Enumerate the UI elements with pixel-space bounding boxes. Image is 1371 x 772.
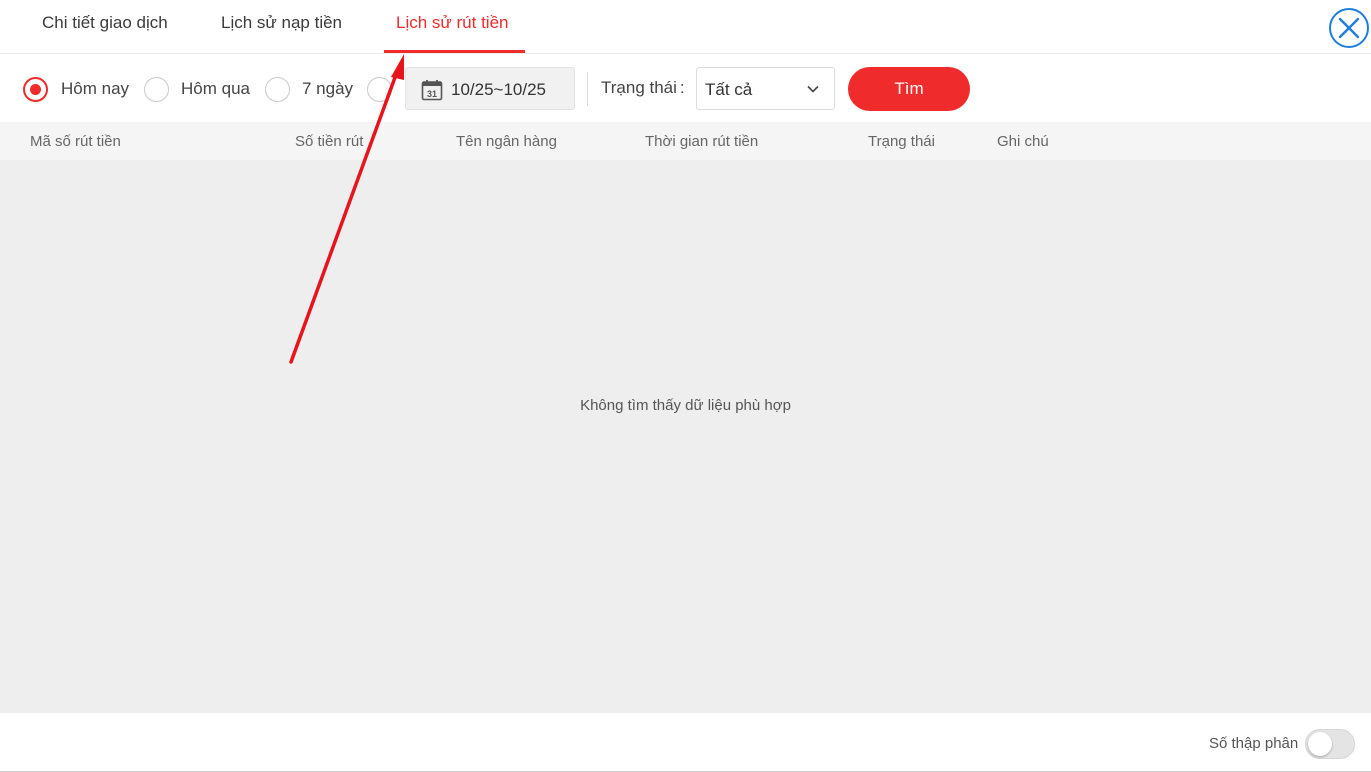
- radio-custom-range[interactable]: [367, 77, 392, 102]
- table-header: Mã số rút tiền Số tiền rút Tên ngân hàng…: [0, 122, 1371, 160]
- tab-withdrawal-history[interactable]: Lịch sử rút tiền: [396, 13, 508, 33]
- tab-deposit-history[interactable]: Lịch sử nạp tiền: [221, 13, 342, 33]
- column-bank-name: Tên ngân hàng: [456, 133, 557, 150]
- active-tab-indicator: [384, 50, 525, 53]
- toggle-knob: [1308, 732, 1332, 756]
- radio-yesterday-label[interactable]: Hôm qua: [181, 79, 250, 99]
- decimal-toggle[interactable]: [1305, 729, 1355, 759]
- empty-state-message: Không tìm thấy dữ liệu phù hợp: [580, 397, 791, 414]
- chevron-down-icon: [807, 85, 819, 93]
- status-dropdown-value: Tất cả: [705, 80, 753, 99]
- filter-bar: Hôm nay Hôm qua 7 ngày 31 10/25~10/25 Tr…: [0, 55, 1371, 122]
- calendar-icon: 31: [421, 80, 443, 101]
- column-note: Ghi chú: [997, 133, 1049, 150]
- footer: Số thập phân: [0, 713, 1371, 772]
- status-filter-label: Trạng thái:: [601, 78, 685, 97]
- decimal-toggle-label: Số thập phân: [1209, 735, 1299, 752]
- radio-7-days-label[interactable]: 7 ngày: [302, 79, 353, 99]
- close-button[interactable]: [1329, 8, 1369, 48]
- tab-transaction-details[interactable]: Chi tiết giao dịch: [42, 13, 168, 33]
- column-withdrawal-time: Thời gian rút tiền: [645, 133, 759, 150]
- divider: [587, 72, 588, 106]
- column-withdrawal-id: Mã số rút tiền: [30, 133, 121, 150]
- radio-today[interactable]: [23, 77, 48, 102]
- radio-7-days[interactable]: [265, 77, 290, 102]
- radio-yesterday[interactable]: [144, 77, 169, 102]
- svg-text:31: 31: [427, 89, 437, 99]
- date-range-value: 10/25~10/25: [451, 80, 547, 99]
- table-body: Không tìm thấy dữ liệu phù hợp: [0, 160, 1371, 713]
- close-icon: [1338, 17, 1360, 39]
- radio-today-label[interactable]: Hôm nay: [61, 79, 129, 99]
- date-range-picker[interactable]: 31 10/25~10/25: [405, 67, 575, 110]
- tab-bar: Chi tiết giao dịch Lịch sử nạp tiền Lịch…: [0, 0, 1371, 54]
- column-amount: Số tiền rút: [295, 133, 364, 150]
- status-dropdown[interactable]: Tất cả: [696, 67, 835, 110]
- search-button[interactable]: Tìm: [848, 67, 970, 111]
- column-status: Trạng thái: [868, 133, 935, 150]
